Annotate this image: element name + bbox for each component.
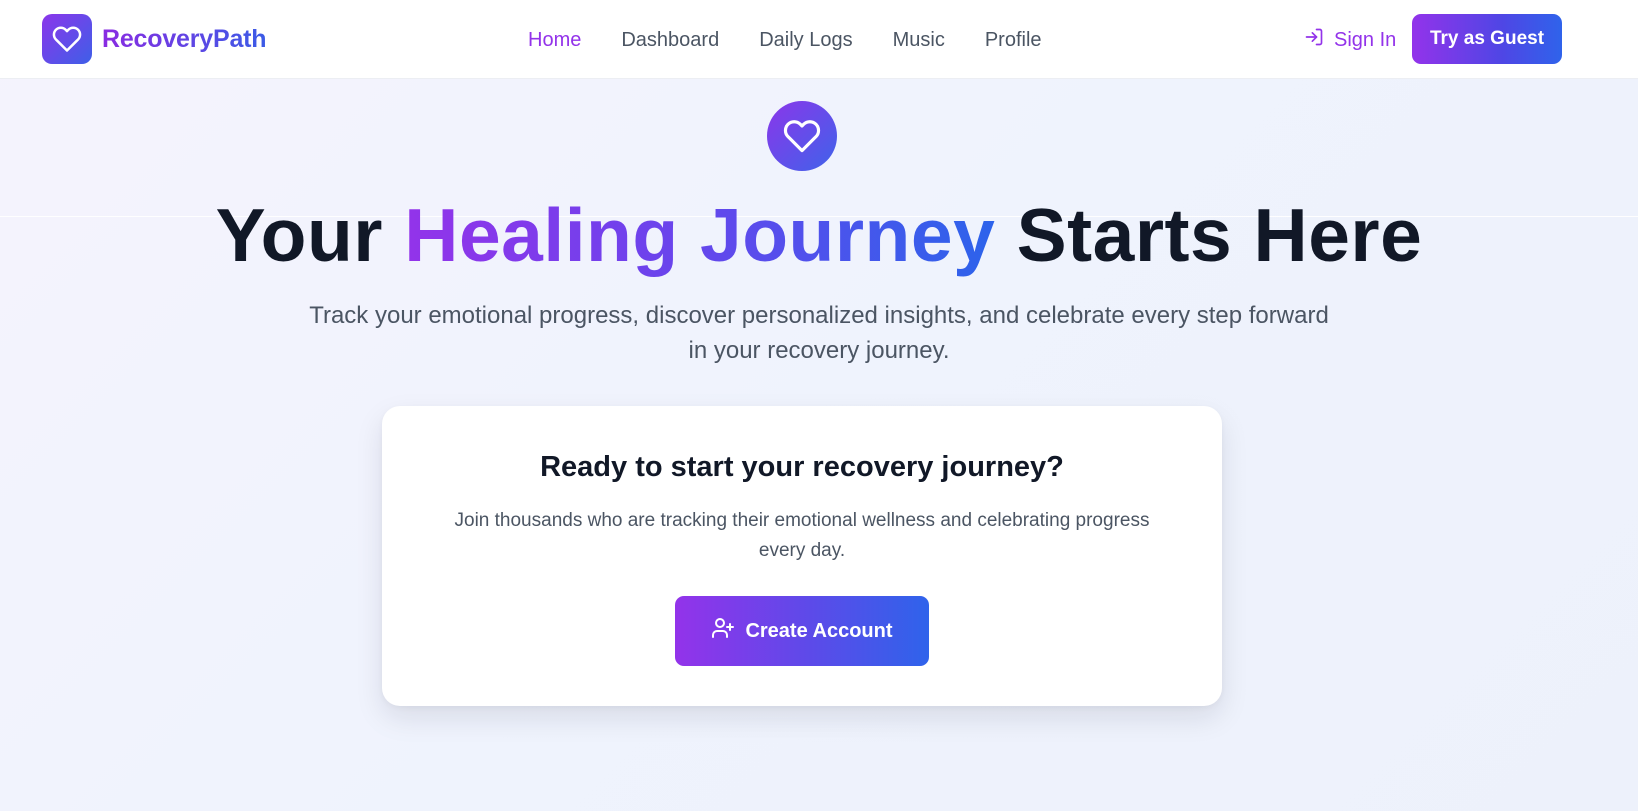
create-account-button[interactable]: Create Account [675,596,929,666]
hero-subtitle: Track your emotional progress, discover … [309,302,1329,364]
brand-name: RecoveryPath [102,24,267,53]
sign-in-label: Sign In [1334,28,1397,51]
cta-text: Join thousands who are tracking their em… [454,510,1150,561]
sign-in-icon [1304,27,1334,53]
cta-title: Ready to start your recovery journey? [540,451,1064,483]
try-as-guest-button[interactable]: Try as Guest [1412,14,1562,64]
user-plus-icon [711,616,745,646]
heart-icon [767,101,837,171]
nav-item-dashboard[interactable]: Dashboard [621,26,719,54]
heart-icon [42,14,92,64]
cta-card: Ready to start your recovery journey? Jo… [382,406,1222,706]
main-nav: Home Dashboard Daily Logs Music Profile [528,26,1042,54]
nav-item-daily-logs[interactable]: Daily Logs [759,26,852,54]
nav-item-profile[interactable]: Profile [985,26,1042,54]
top-navbar: RecoveryPath Home Dashboard Daily Logs M… [0,0,1638,79]
nav-item-music[interactable]: Music [893,26,945,54]
nav-item-home[interactable]: Home [528,26,581,54]
hero-title-end: Starts Here [1016,193,1423,277]
sign-in-link[interactable]: Sign In [1304,24,1396,56]
hero-title-highlight: Healing Journey [404,193,996,277]
hero-title: Your Healing Journey Starts Here [0,190,1638,280]
hero-title-start: Your [215,193,383,277]
create-account-label: Create Account [745,619,893,642]
brand-logo-link[interactable]: RecoveryPath [42,14,267,64]
